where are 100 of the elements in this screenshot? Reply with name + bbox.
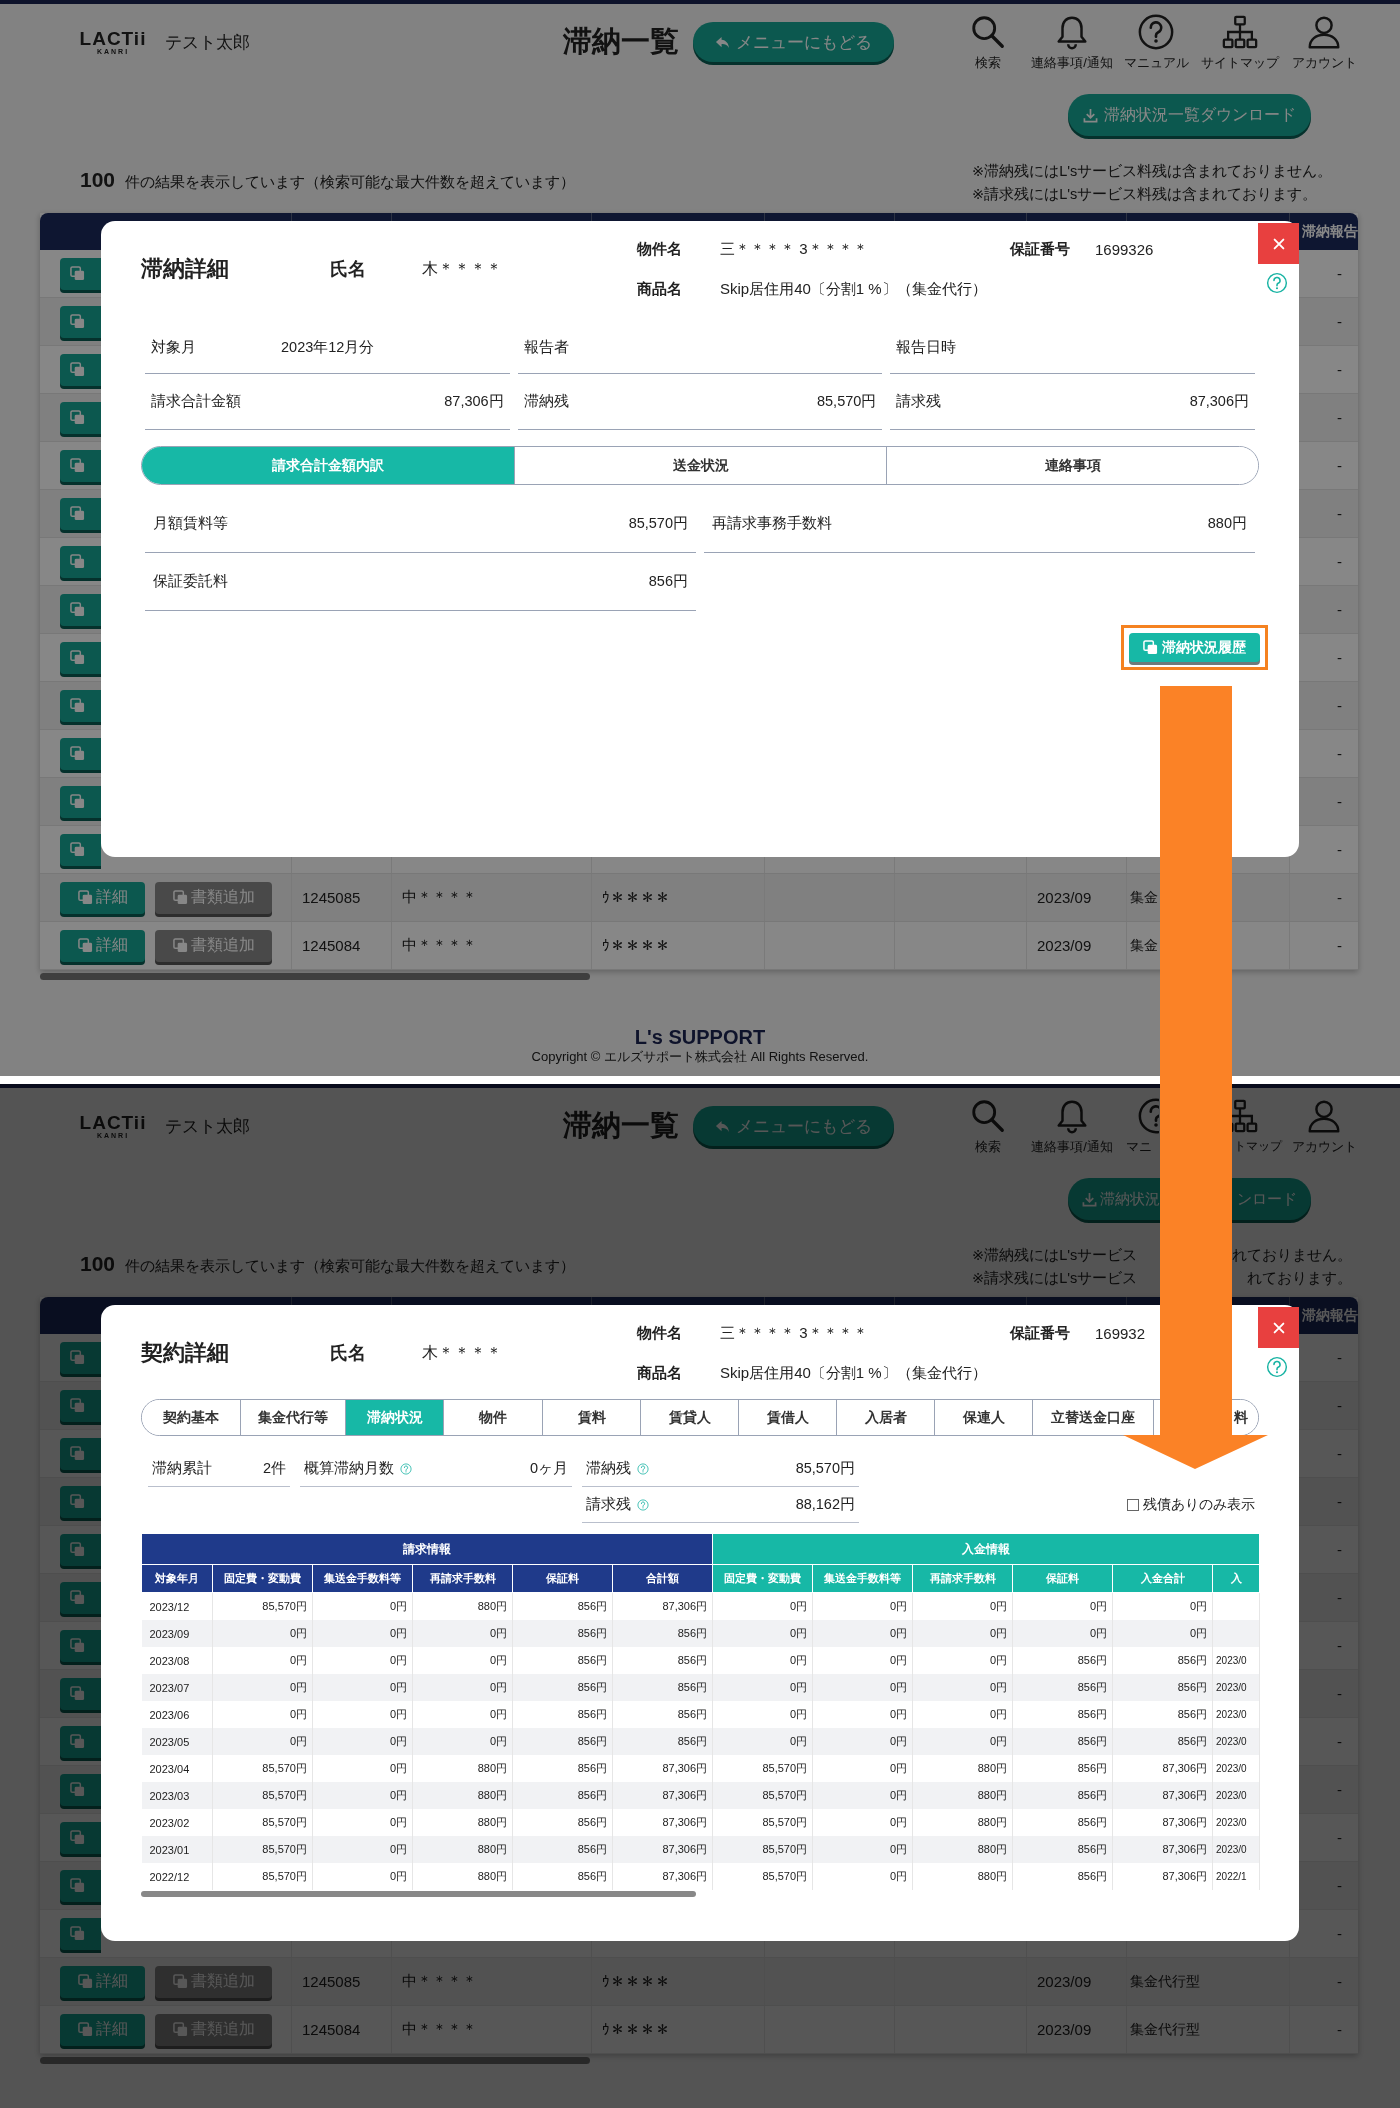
copy-icon <box>70 1446 85 1461</box>
reply-arrow-icon <box>715 1118 730 1134</box>
copy-icon <box>70 362 85 377</box>
detail-button[interactable] <box>60 1389 101 1422</box>
history-button[interactable]: 滞納状況履歴 <box>1129 633 1260 662</box>
detail-button[interactable] <box>60 689 101 722</box>
table-cell: 2023/0 <box>1212 1728 1260 1755</box>
table-cell: ｳ＊＊＊＊ <box>602 889 670 906</box>
detail-button[interactable] <box>60 641 101 674</box>
detail-button[interactable] <box>60 545 101 578</box>
download-icon <box>1083 107 1098 123</box>
close-icon <box>1271 1320 1286 1335</box>
field-label: 保証番号 <box>1010 239 1071 259</box>
table-cell: - <box>1337 1397 1342 1414</box>
search-button[interactable]: 検索 <box>946 12 1030 72</box>
table-cell: 2023/07 <box>141 1674 213 1701</box>
field-label: 物件名 <box>637 239 683 259</box>
table-cell: 880円 <box>412 1782 513 1809</box>
detail-button[interactable] <box>60 1869 101 1902</box>
detail-button[interactable] <box>60 1341 101 1374</box>
detail-button[interactable]: 詳細 <box>60 1965 145 1998</box>
account-button[interactable]: アカウント <box>1282 1096 1366 1156</box>
sitemap-button[interactable]: サイトマップ <box>1198 12 1282 72</box>
field-label: 商品名 <box>637 279 683 299</box>
back-button[interactable]: メニューにもどる <box>693 22 894 62</box>
copy-icon <box>70 1782 85 1797</box>
table-cell: 87,306円 <box>612 1863 713 1890</box>
search-button[interactable]: 検索 <box>946 1096 1030 1156</box>
field-value: 856円 <box>648 572 688 591</box>
table-cell: - <box>1337 745 1342 762</box>
field-label: 滞納累計 <box>152 1459 212 1478</box>
detail-button[interactable]: 詳細 <box>60 881 145 914</box>
table-cell: 856円 <box>512 1863 613 1890</box>
detail-button[interactable] <box>60 401 101 434</box>
column-header: 再請求手数料 <box>912 1564 1013 1593</box>
detail-button[interactable] <box>60 1437 101 1470</box>
table-cell: - <box>1337 409 1342 426</box>
detail-button[interactable] <box>60 785 101 818</box>
detail-button[interactable] <box>60 449 101 482</box>
detail-button[interactable] <box>60 497 101 530</box>
detail-button[interactable] <box>60 1485 101 1518</box>
detail-button[interactable] <box>60 1629 101 1662</box>
detail-button[interactable] <box>60 1677 101 1710</box>
checkbox[interactable] <box>1127 1499 1139 1511</box>
copy-icon <box>70 650 85 665</box>
notifications-button[interactable]: 連絡事項/通知 <box>1030 1096 1114 1156</box>
close-button[interactable] <box>1258 1307 1299 1348</box>
scrollbar[interactable] <box>141 1891 696 1897</box>
account-button[interactable]: アカウント <box>1282 12 1366 72</box>
scrollbar[interactable] <box>40 972 590 980</box>
scrollbar[interactable] <box>40 2056 590 2064</box>
detail-button[interactable] <box>60 1533 101 1566</box>
copy-icon <box>70 266 85 281</box>
detail-button[interactable] <box>60 593 101 626</box>
detail-button[interactable] <box>60 257 101 290</box>
field-value: 87,306円 <box>444 392 504 411</box>
table-cell: 0円 <box>312 1620 413 1647</box>
tab[interactable]: 請求合計金額内訳 <box>142 447 514 484</box>
table-cell: 集金 <box>1130 936 1158 955</box>
detail-button[interactable]: 詳細 <box>60 929 145 962</box>
note-text: ※請求残にはL'sサービス料残は含まれております。 <box>972 185 1318 204</box>
detail-button[interactable] <box>60 833 101 866</box>
detail-button[interactable] <box>60 1773 101 1806</box>
detail-button[interactable] <box>60 737 101 770</box>
close-button[interactable] <box>1258 223 1299 264</box>
help-icon[interactable] <box>1266 1356 1288 1378</box>
table-cell: 87,306円 <box>1112 1863 1213 1890</box>
field-value: 88,162円 <box>795 1495 855 1514</box>
reply-arrow-icon <box>715 34 730 50</box>
table-cell: ｳ＊＊＊＊ <box>602 2021 670 2038</box>
table-cell: 2023/09 <box>1037 2021 1092 2038</box>
detail-button[interactable] <box>60 353 101 386</box>
detail-button[interactable]: 詳細 <box>60 2013 145 2046</box>
tab[interactable]: 滞納状況 <box>345 1400 443 1435</box>
field-label: 氏名 <box>330 1342 367 1365</box>
column-header: 対象年月 <box>141 1564 213 1593</box>
table-cell: 0円 <box>312 1782 413 1809</box>
help-icon[interactable] <box>1266 272 1288 294</box>
table-cell: 856円 <box>612 1674 713 1701</box>
detail-button[interactable] <box>60 1821 101 1854</box>
checkbox-label[interactable]: 残債ありのみ表示 <box>1143 1496 1255 1514</box>
notifications-button[interactable]: 連絡事項/通知 <box>1030 12 1114 72</box>
field-label: 商品名 <box>637 1363 683 1383</box>
field-label: 報告日時 <box>896 338 957 357</box>
detail-button[interactable] <box>60 1581 101 1614</box>
download-button[interactable]: 滞納状況一覧ダウンロード <box>1068 94 1311 136</box>
manual-button[interactable]: マニュアル <box>1114 12 1198 72</box>
table-cell: 2022/1 <box>1212 1863 1260 1890</box>
field-value: 1699326 <box>1095 240 1155 258</box>
copy-icon <box>70 1878 85 1893</box>
detail-button[interactable] <box>60 1917 101 1950</box>
table-cell: 中＊＊＊＊ <box>402 936 477 955</box>
table-cell: 880円 <box>412 1863 513 1890</box>
back-button[interactable]: メニューにもどる <box>693 1106 894 1146</box>
detail-button[interactable] <box>60 305 101 338</box>
table-cell: 856円 <box>612 1728 713 1755</box>
copy-icon <box>70 1542 85 1557</box>
detail-button[interactable] <box>60 1725 101 1758</box>
table-cell: - <box>1337 1781 1342 1798</box>
copy-icon <box>70 1398 85 1413</box>
